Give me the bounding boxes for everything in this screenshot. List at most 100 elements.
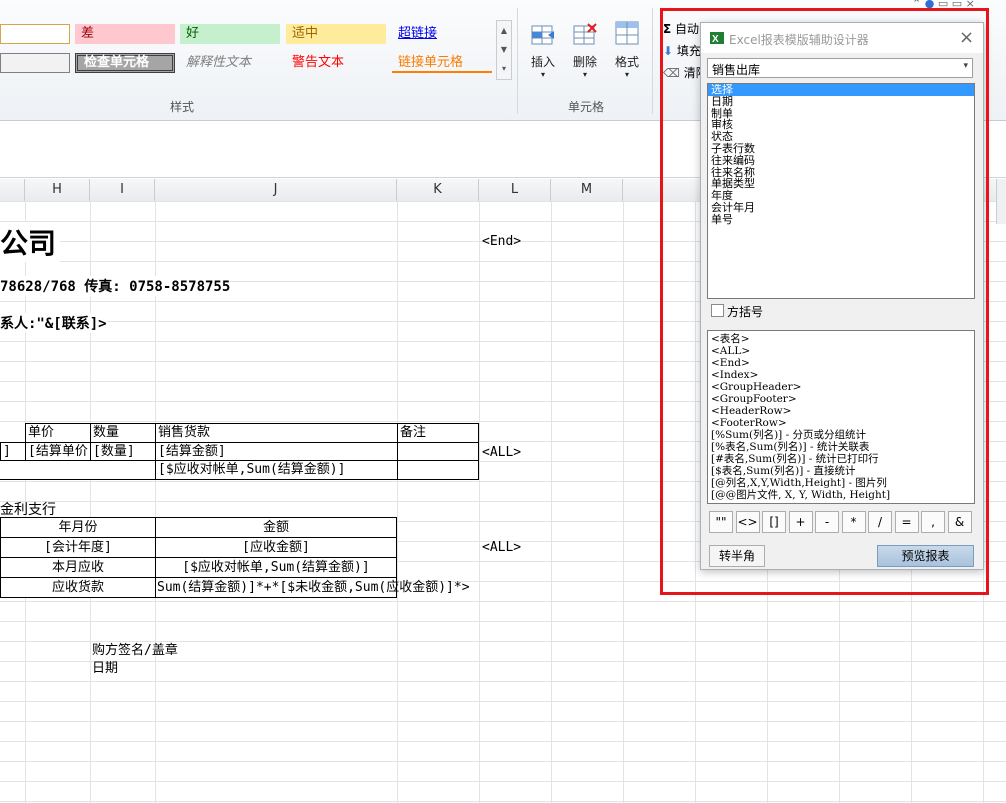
style-gallery-scroll[interactable]: ▲ ▼ ▾ <box>496 20 512 80</box>
all-tag-2[interactable]: <ALL> <box>482 540 521 555</box>
table2-header-amount[interactable]: 金额 <box>155 517 397 538</box>
bank-name[interactable]: 金利支行 <box>0 499 56 519</box>
collapse-ribbon-icon[interactable]: ⌃ <box>912 0 921 8</box>
symbol-button[interactable]: "" <box>709 511 733 533</box>
tag-list-item[interactable]: <GroupFooter> <box>708 393 974 405</box>
autosum-button[interactable]: Σ 自动 <box>663 20 699 37</box>
vertical-scrollbar-stub[interactable] <box>996 179 1006 224</box>
symbol-button[interactable]: / <box>868 511 892 533</box>
symbol-button[interactable]: , <box>921 511 945 533</box>
field-list-item[interactable]: 单号 <box>708 213 974 226</box>
buyer-signature-label[interactable]: 购方签名/盖章 <box>92 639 178 658</box>
contact-line[interactable]: 系人:"&[联系]> <box>0 313 107 333</box>
half-width-button[interactable]: 转半角 <box>709 545 765 567</box>
field-list-item[interactable]: 选择 <box>708 84 974 96</box>
style-good[interactable]: 好 <box>180 24 280 44</box>
style-bad[interactable]: 差 <box>75 24 175 44</box>
symbol-button[interactable]: * <box>841 511 866 533</box>
close-window-icon[interactable]: × <box>966 0 975 8</box>
column-header-g[interactable] <box>0 179 25 201</box>
table-header-remark[interactable]: 备注 <box>397 423 479 443</box>
tag-list-item[interactable]: [#表名,Sum(列名)] - 统计已打印行 <box>708 453 974 465</box>
tag-list-item[interactable]: <表名> <box>708 333 974 345</box>
symbol-button[interactable]: - <box>815 511 839 533</box>
table2-cell-receivable[interactable]: 应收货款 <box>0 577 156 598</box>
field-list-item[interactable]: 日期 <box>708 95 974 108</box>
tag-list-item[interactable]: [%表名,Sum(列名)] - 统计关联表 <box>708 441 974 453</box>
field-listbox[interactable]: 选择 日期 制单 审核 状态 子表行数 往来编码 往来名称 单据类型 年度 会计年月 单号 <box>707 83 975 299</box>
column-header-h[interactable]: H <box>25 179 90 201</box>
column-header-l[interactable]: L <box>479 179 551 201</box>
table-header-quantity[interactable]: 数量 <box>90 423 156 443</box>
fill-button[interactable]: ⬇ 填充 <box>663 42 701 59</box>
style-neutral[interactable]: 适中 <box>286 24 386 44</box>
style-linked-cell[interactable]: 链接单元格 <box>392 53 492 73</box>
symbol-button[interactable]: & <box>947 511 972 533</box>
tag-list-item[interactable]: [@列名,X,Y,Width,Height] - 图片列 <box>708 477 974 489</box>
delete-button[interactable]: 删除 ▾ <box>566 20 604 79</box>
table-cell-quantity[interactable]: [数量] <box>90 442 156 461</box>
field-list-item[interactable]: 往来编码 <box>708 154 974 167</box>
all-tag-1[interactable]: <ALL> <box>482 445 521 460</box>
field-list-item[interactable]: 单据类型 <box>708 178 974 190</box>
style-hyperlink[interactable]: 超链接 <box>392 24 492 44</box>
tag-list-item[interactable]: [%Sum(列名)] - 分页或分组统计 <box>708 429 974 441</box>
symbol-button[interactable]: [] <box>762 511 786 533</box>
field-list-item[interactable]: 会计年月 <box>708 202 974 214</box>
table-header-sales-amount[interactable]: 销售货款 <box>155 423 398 443</box>
help-icon[interactable]: ● <box>925 0 935 8</box>
style-check-cell[interactable]: 检查单元格 <box>75 53 175 73</box>
tag-list-item[interactable]: <End> <box>708 357 974 369</box>
dialog-title-bar[interactable]: X Excel报表模版辅助设计器 × <box>701 23 983 53</box>
minimize-icon[interactable]: ▭ <box>938 0 948 8</box>
report-type-dropdown[interactable]: 销售出库 ▾ <box>707 58 973 78</box>
field-list-item[interactable]: 审核 <box>708 119 974 131</box>
table2-cell-amount[interactable]: [应收金额] <box>155 537 397 558</box>
end-tag[interactable]: <End> <box>482 234 521 249</box>
dialog-close-icon[interactable]: × <box>959 27 974 48</box>
column-header-m[interactable]: M <box>551 179 623 201</box>
symbol-button[interactable]: = <box>894 511 919 533</box>
report-type-value: 销售出库 <box>712 63 761 77</box>
table-cell-remark[interactable] <box>397 442 479 461</box>
field-list-item[interactable]: 子表行数 <box>708 143 974 155</box>
tag-list-item[interactable]: <GroupHeader> <box>708 381 974 393</box>
style-explanatory[interactable]: 解释性文本 <box>180 53 280 73</box>
delete-cells-icon <box>573 23 597 45</box>
tag-listbox[interactable]: <表名> <ALL> <End> <Index> <GroupHeader> <Group… <box>707 330 975 504</box>
symbol-button[interactable]: + <box>788 511 813 533</box>
column-header-i[interactable]: I <box>90 179 155 201</box>
style-normal-partial[interactable] <box>0 24 70 44</box>
table2-cell-period[interactable]: [会计年度] <box>0 537 156 558</box>
company-title[interactable]: 公司 <box>0 222 61 262</box>
restore-icon[interactable]: ▭ <box>952 0 962 8</box>
table-cell-total[interactable]: [$应收对帐单,Sum(结算金额)] <box>155 460 398 480</box>
column-header-j[interactable]: J <box>155 179 397 201</box>
insert-button[interactable]: 插入 ▾ <box>524 20 562 79</box>
table-cell-amount[interactable]: [结算金额] <box>155 442 398 461</box>
table-header-unit-price[interactable]: 单价 <box>25 423 91 443</box>
tag-list-item[interactable]: <ALL> <box>708 345 974 357</box>
column-header-k[interactable]: K <box>397 179 479 201</box>
preview-report-button[interactable]: 预览报表 <box>877 545 974 567</box>
tag-list-item[interactable]: [@@图片文件, X, Y, Width, Height] <box>708 489 974 501</box>
table-cell-partial[interactable]: ] <box>0 442 26 461</box>
format-button[interactable]: 格式 ▾ <box>608 18 646 79</box>
table2-cell-month-sum[interactable]: [$应收对帐单,Sum(结算金额)] <box>155 557 397 578</box>
table2-cell-month-due[interactable]: 本月应收 <box>0 557 156 578</box>
phone-fax-line[interactable]: 78628/768 传真: 0758-8578755 <box>0 276 231 296</box>
symbol-button[interactable]: <> <box>735 511 760 533</box>
tag-list-item[interactable]: <Index> <box>708 369 974 381</box>
insert-cells-icon <box>531 25 554 45</box>
table2-header-period[interactable]: 年月份 <box>0 517 156 538</box>
style-calc-partial[interactable] <box>0 53 70 73</box>
tag-list-item[interactable]: <HeaderRow> <box>708 405 974 417</box>
bracket-checkbox[interactable] <box>711 304 724 317</box>
table2-cell-receivable-formula[interactable]: Sum(结算金额)]*+*[$未收金额,Sum(应收金额)]*> <box>155 577 470 598</box>
tag-list-item[interactable]: <FooterRow> <box>708 417 974 429</box>
field-list-item[interactable]: 制单 <box>708 107 974 120</box>
tag-list-item[interactable]: [$表名,Sum(列名)] - 直接统计 <box>708 465 974 477</box>
table-cell-unit-price[interactable]: [结算单价 <box>25 442 91 461</box>
style-warning[interactable]: 警告文本 <box>286 53 386 73</box>
date-label[interactable]: 日期 <box>92 657 118 676</box>
